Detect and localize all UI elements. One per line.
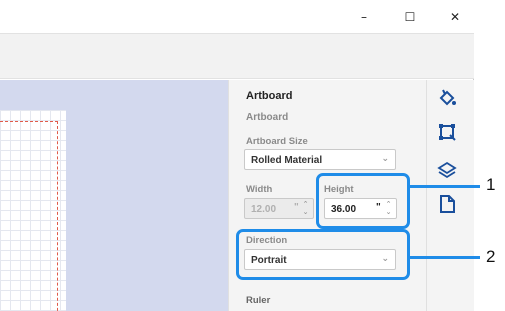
minimize-glyph: – [361,10,367,24]
artboard-size-label: Artboard Size [246,136,308,147]
ruler-label: Ruler [246,295,271,306]
layers-icon[interactable] [437,160,457,180]
document-icon[interactable] [437,194,457,214]
chevron-down-icon: ⌄ [381,154,389,164]
panel-title: Artboard [246,90,293,102]
side-icon-rail [426,80,474,311]
paint-bucket-icon[interactable] [437,88,457,108]
maximize-icon[interactable]: ☐ [395,6,425,28]
artboard-size-select[interactable]: Rolled Material ⌄ [244,149,396,170]
callout-line-1 [410,185,480,188]
minimize-icon[interactable]: – [349,6,379,28]
canvas-area[interactable] [0,80,228,311]
maximize-glyph: ☐ [404,10,416,24]
width-unit: " [294,202,299,213]
callout-line-2 [410,256,480,259]
width-value: 12.00 [251,204,277,215]
toolbar [0,33,474,79]
callout-number-2: 2 [486,247,496,266]
width-stepper-icon: ⌃ ⌄ [302,200,309,216]
close-icon[interactable]: ✕ [440,6,470,28]
callout-number-1: 1 [486,175,496,194]
artboard-grid[interactable] [0,110,66,311]
width-field: 12.00 " ⌃ ⌄ [244,198,314,219]
width-label: Width [246,184,273,195]
direction-highlight-box [236,229,410,280]
close-glyph: ✕ [449,10,461,24]
section-title: Artboard [246,112,289,123]
artboard-size-value: Rolled Material [251,155,323,166]
title-bar: – ☐ ✕ [0,0,474,33]
height-highlight-box [316,173,410,229]
transform-icon[interactable] [437,122,457,142]
artboard-boundary [0,121,58,311]
